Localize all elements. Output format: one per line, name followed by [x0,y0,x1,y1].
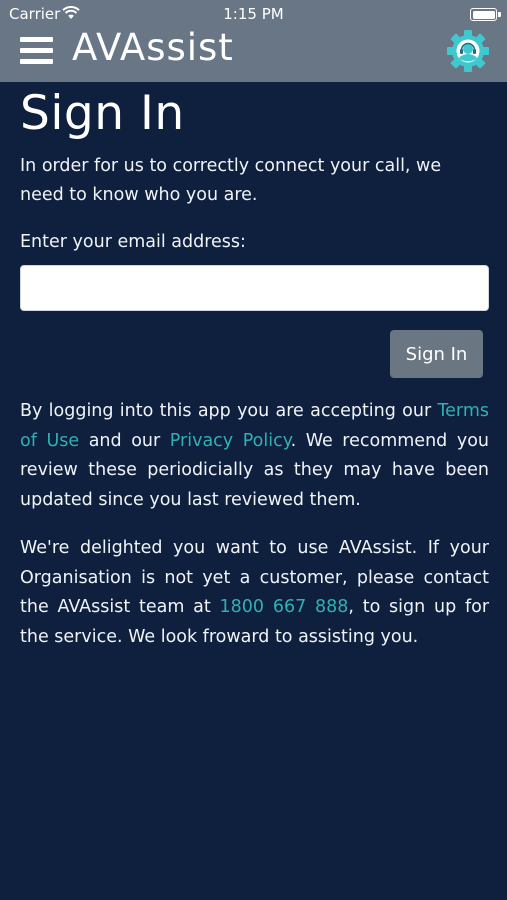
terms-paragraph: By logging into this app you are accepti… [20,397,489,515]
contact-paragraph: We're delighted you want to use AVAssist… [20,534,489,652]
status-bar: Carrier 1:15 PM [0,0,507,28]
email-label: Enter your email address: [20,232,246,252]
privacy-policy-link[interactable]: Privacy Policy [170,431,291,451]
phone-number-link[interactable]: 1800 667 888 [220,597,349,617]
terms-text-prefix: By logging into this app you are accepti… [20,401,438,421]
app-header: Carrier 1:15 PM AVAssist [0,0,507,82]
clock-time: 1:15 PM [223,5,284,23]
button-row: Sign In [20,330,489,378]
hamburger-menu-icon[interactable] [20,35,53,64]
terms-text-middle: and our [79,430,170,451]
app-title: AVAssist [72,26,234,69]
email-input[interactable] [20,265,489,311]
battery-icon [470,8,501,21]
nav-bar: AVAssist [0,26,507,76]
intro-text: In order for us to correctly connect you… [20,156,442,205]
main-content: Sign In In order for us to correctly con… [20,82,489,652]
settings-gear-icon[interactable] [446,29,490,73]
page-title: Sign In [20,86,185,141]
sign-in-button[interactable]: Sign In [390,330,483,378]
